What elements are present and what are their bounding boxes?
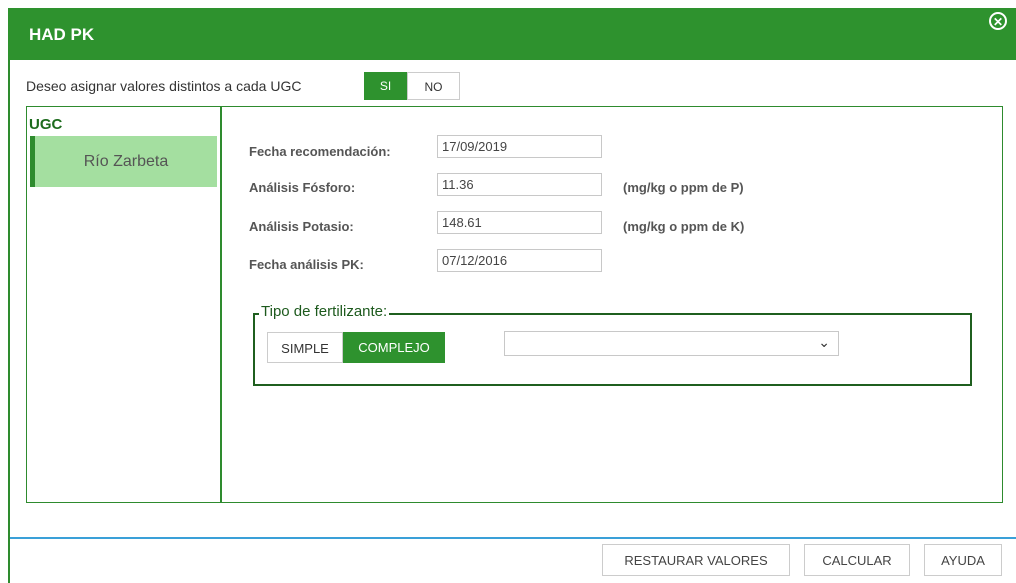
ugc-panel: UGC Río Zarbeta [27,107,222,502]
fecha-analisis-pk-input[interactable] [437,249,602,272]
analisis-potasio-input[interactable] [437,211,602,234]
main-panel: UGC Río Zarbeta [26,106,1003,503]
fertilizer-type-toggle: SIMPLE COMPLEJO [267,332,445,363]
help-button[interactable]: AYUDA [924,544,1002,576]
fecha-recomendacion-label: Fecha recomendación: [249,144,391,159]
fecha-analisis-pk-label: Fecha análisis PK: [249,257,364,272]
footer-divider [10,537,1016,539]
analisis-fosforo-label: Análisis Fósforo: [249,180,356,195]
dialog-header: HAD PK ✕ [8,8,1016,60]
fertilizer-select[interactable]: ⌄ [504,331,839,356]
fecha-recomendacion-input[interactable] [437,135,602,158]
dialog-title: HAD PK [29,25,95,44]
ugc-item-rio-zarbeta[interactable]: Río Zarbeta [30,136,217,187]
complejo-button[interactable]: COMPLEJO [343,332,445,363]
close-icon[interactable]: ✕ [989,12,1007,30]
fertilizer-type-legend: Tipo de fertilizante: [259,303,390,320]
dialog-left-border [8,60,10,583]
chevron-down-icon: ⌄ [818,334,830,350]
fosforo-unit: (mg/kg o ppm de P) [623,180,744,195]
assign-toggle: SI NO [364,72,460,100]
assign-no-button[interactable]: NO [407,72,460,100]
restore-values-button[interactable]: RESTAURAR VALORES [602,544,790,576]
calculate-button[interactable]: CALCULAR [804,544,910,576]
assign-yes-button[interactable]: SI [364,72,407,100]
potasio-unit: (mg/kg o ppm de K) [623,219,745,234]
analisis-potasio-label: Análisis Potasio: [249,219,354,234]
simple-button[interactable]: SIMPLE [267,332,343,363]
analisis-fosforo-input[interactable] [437,173,602,196]
assign-values-label: Deseo asignar valores distintos a cada U… [26,78,302,94]
ugc-title: UGC [29,116,63,133]
